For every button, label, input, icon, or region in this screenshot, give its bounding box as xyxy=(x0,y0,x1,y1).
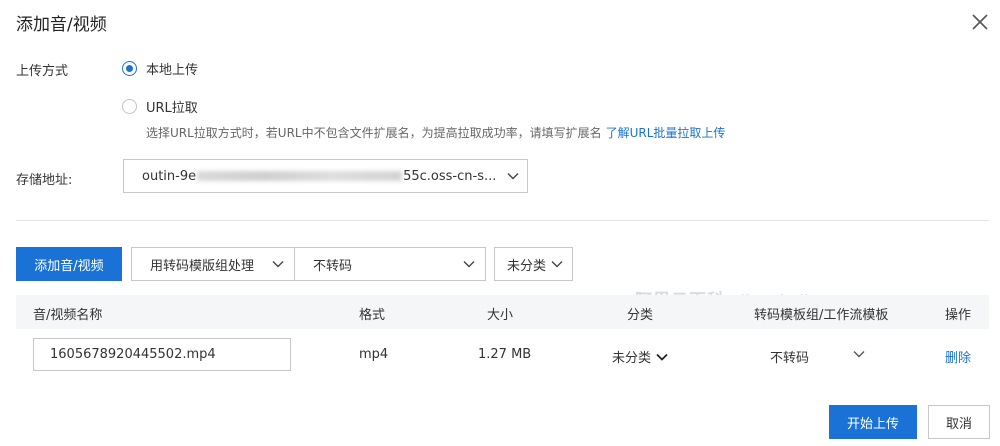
row-format: mp4 xyxy=(359,347,389,362)
col-size: 大小 xyxy=(487,308,514,323)
col-format: 格式 xyxy=(359,308,386,323)
col-category: 分类 xyxy=(627,308,654,323)
close-icon[interactable] xyxy=(970,12,990,32)
redacted-blur xyxy=(197,171,403,181)
start-upload-button[interactable]: 开始上传 xyxy=(829,405,917,439)
chevron-down-icon xyxy=(656,353,668,361)
template-select[interactable]: 不转码 xyxy=(294,247,486,281)
upload-method-label: 上传方式 xyxy=(16,64,69,79)
radio-local-upload[interactable]: 本地上传 xyxy=(122,59,198,78)
chevron-down-icon xyxy=(463,261,475,268)
storage-select[interactable]: outin-9e 55c.oss-cn-s... xyxy=(123,159,528,193)
url-batch-link[interactable]: 了解URL批量拉取上传 xyxy=(606,126,726,140)
storage-value: outin-9e 55c.oss-cn-s... xyxy=(142,168,497,184)
category-select[interactable]: 未分类 xyxy=(494,247,573,281)
radio-unchecked-icon[interactable] xyxy=(122,99,137,114)
row-size: 1.27 MB xyxy=(478,347,532,362)
process-mode-value: 用转码模版组处理 xyxy=(150,258,255,274)
row-category-value: 未分类 xyxy=(612,351,652,366)
radio-url-label: URL拉取 xyxy=(146,101,198,116)
url-hint-text: 选择URL拉取方式时，若URL中不包含文件扩展名，为提高拉取成功率，请填写扩展名 xyxy=(146,126,602,140)
section-divider xyxy=(16,220,989,221)
row-template-select[interactable]: 不转码 xyxy=(770,347,870,366)
cancel-button[interactable]: 取消 xyxy=(928,405,990,439)
add-media-button[interactable]: 添加音/视频 xyxy=(16,247,122,281)
chevron-down-icon xyxy=(551,261,563,268)
delete-link[interactable]: 删除 xyxy=(945,347,971,366)
col-template: 转码模板组/工作流模板 xyxy=(754,308,889,323)
radio-checked-icon[interactable] xyxy=(122,61,137,76)
radio-local-label: 本地上传 xyxy=(146,63,199,78)
dialog-title: 添加音/视频 xyxy=(16,15,107,35)
col-actions: 操作 xyxy=(945,308,972,323)
file-name-input[interactable]: 1605678920445502.mp4 xyxy=(33,338,291,371)
col-name: 音/视频名称 xyxy=(33,308,103,323)
chevron-down-icon xyxy=(853,351,865,358)
chevron-down-icon xyxy=(272,261,284,268)
row-template-value: 不转码 xyxy=(770,351,810,366)
category-value: 未分类 xyxy=(507,258,547,274)
template-value: 不转码 xyxy=(313,258,353,274)
radio-url-fetch[interactable]: URL拉取 xyxy=(122,97,198,116)
row-category-select[interactable]: 未分类 xyxy=(612,347,668,366)
url-hint: 选择URL拉取方式时，若URL中不包含文件扩展名，为提高拉取成功率，请填写扩展名… xyxy=(146,124,725,141)
chevron-down-icon xyxy=(507,173,519,180)
process-mode-select[interactable]: 用转码模版组处理 xyxy=(131,247,295,281)
storage-label: 存储地址: xyxy=(16,173,73,188)
